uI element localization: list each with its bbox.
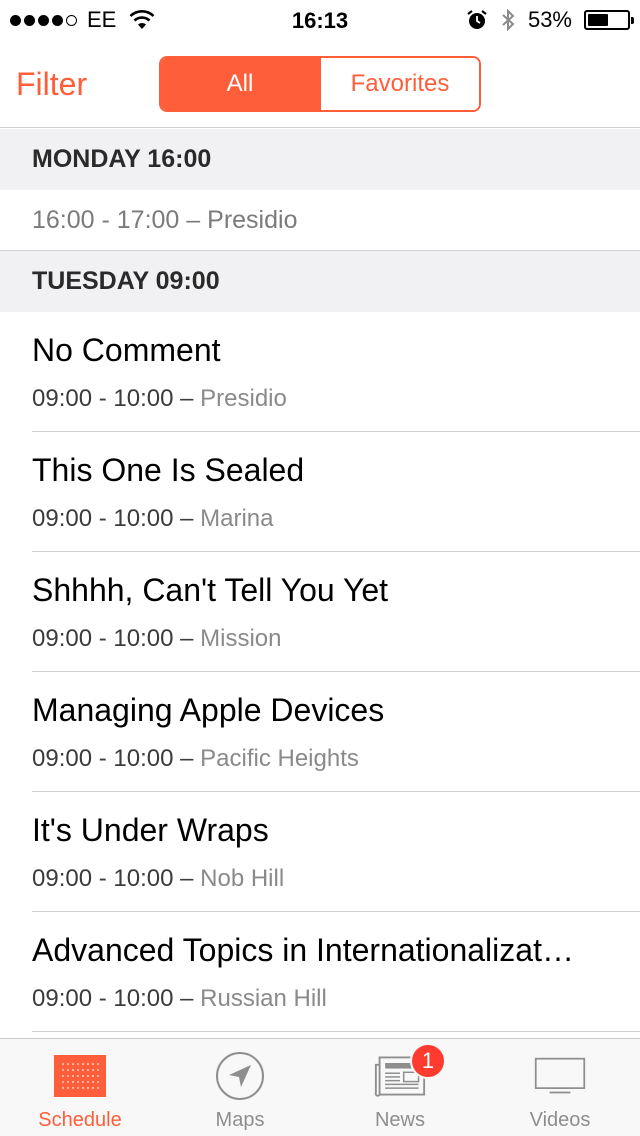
segment-all[interactable]: All xyxy=(161,58,319,110)
tab-bar: Schedule Maps 1 News Videos xyxy=(0,1038,640,1136)
session-location: Marina xyxy=(200,505,274,532)
section-header: TUESDAY 09:00 xyxy=(0,251,640,312)
session-title: Managing Apple Devices xyxy=(32,692,385,728)
tab-label: Maps xyxy=(215,1109,265,1131)
session-location: Presidio xyxy=(200,385,287,412)
tab-news[interactable]: 1 News xyxy=(320,1039,480,1136)
battery-percent: 53% xyxy=(527,7,572,32)
calendar-grid-icon xyxy=(54,1055,106,1097)
bluetooth-icon xyxy=(502,8,515,32)
session-time: 16:00 - 17:00 – xyxy=(32,205,201,234)
notification-badge: 1 xyxy=(410,1043,446,1079)
session-details: 09:00 - 10:00 – Nob Hill xyxy=(32,865,284,893)
list-item[interactable]: 16:00 - 17:00 – Presidio xyxy=(0,190,640,251)
tab-label: News xyxy=(374,1109,425,1131)
tab-label: Schedule xyxy=(38,1109,122,1131)
session-details: 09:00 - 10:00 – Russian Hill xyxy=(32,985,327,1013)
tab-schedule[interactable]: Schedule xyxy=(0,1039,160,1136)
session-location: Nob Hill xyxy=(200,865,285,892)
list-item[interactable]: No Comment 09:00 - 10:00 – Presidio xyxy=(0,312,640,432)
session-list: MONDAY 16:00 16:00 - 17:00 – Presidio TU… xyxy=(0,129,640,1032)
filter-button[interactable]: Filter xyxy=(16,66,87,103)
list-item[interactable]: Managing Apple Devices 09:00 - 10:00 – P… xyxy=(0,672,640,792)
session-time: 09:00 - 10:00 – xyxy=(32,625,194,652)
battery-level-fill xyxy=(588,14,609,26)
session-location: Pacific Heights xyxy=(200,745,359,772)
alarm-icon xyxy=(467,10,487,29)
session-title: It's Under Wraps xyxy=(32,812,269,848)
session-title: This One Is Sealed xyxy=(32,452,305,488)
tab-label: Videos xyxy=(529,1109,591,1131)
session-time: 09:00 - 10:00 – xyxy=(32,985,194,1012)
segment-favorites[interactable]: Favorites xyxy=(319,58,479,110)
session-location: Russian Hill xyxy=(200,985,327,1012)
session-details: 09:00 - 10:00 – Presidio xyxy=(32,385,287,413)
section-header: MONDAY 16:00 xyxy=(0,129,640,190)
segmented-control: All Favorites xyxy=(159,56,481,112)
tab-maps[interactable]: Maps xyxy=(160,1039,320,1136)
tab-videos[interactable]: Videos xyxy=(480,1039,640,1136)
tv-icon xyxy=(534,1057,586,1094)
session-location: Presidio xyxy=(207,205,298,234)
session-details: 09:00 - 10:00 – Mission xyxy=(32,625,282,653)
list-item[interactable]: It's Under Wraps 09:00 - 10:00 – Nob Hil… xyxy=(0,792,640,912)
session-time: 09:00 - 10:00 – xyxy=(32,745,194,772)
navigation-bar: Filter All Favorites xyxy=(0,40,640,128)
session-title: Advanced Topics in Internationalizat… xyxy=(32,932,574,968)
list-item[interactable]: Advanced Topics in Internationalizat… 09… xyxy=(0,912,640,1032)
session-details: 09:00 - 10:00 – Marina xyxy=(32,505,274,533)
session-time: 09:00 - 10:00 – xyxy=(32,505,194,532)
list-item[interactable]: This One Is Sealed 09:00 - 10:00 – Marin… xyxy=(0,432,640,552)
session-details: 09:00 - 10:00 – Pacific Heights xyxy=(32,745,359,773)
session-title: No Comment xyxy=(32,332,221,368)
session-title: Shhhh, Can't Tell You Yet xyxy=(32,572,389,608)
session-time: 09:00 - 10:00 – xyxy=(32,865,194,892)
session-location: Mission xyxy=(200,625,282,652)
battery-icon xyxy=(584,10,634,30)
status-right: 53% xyxy=(466,7,634,32)
list-item[interactable]: Shhhh, Can't Tell You Yet 09:00 - 10:00 … xyxy=(0,552,640,672)
location-arrow-icon xyxy=(216,1052,264,1100)
status-bar: EE 16:13 53% xyxy=(0,0,640,40)
session-time: 09:00 - 10:00 – xyxy=(32,385,194,412)
